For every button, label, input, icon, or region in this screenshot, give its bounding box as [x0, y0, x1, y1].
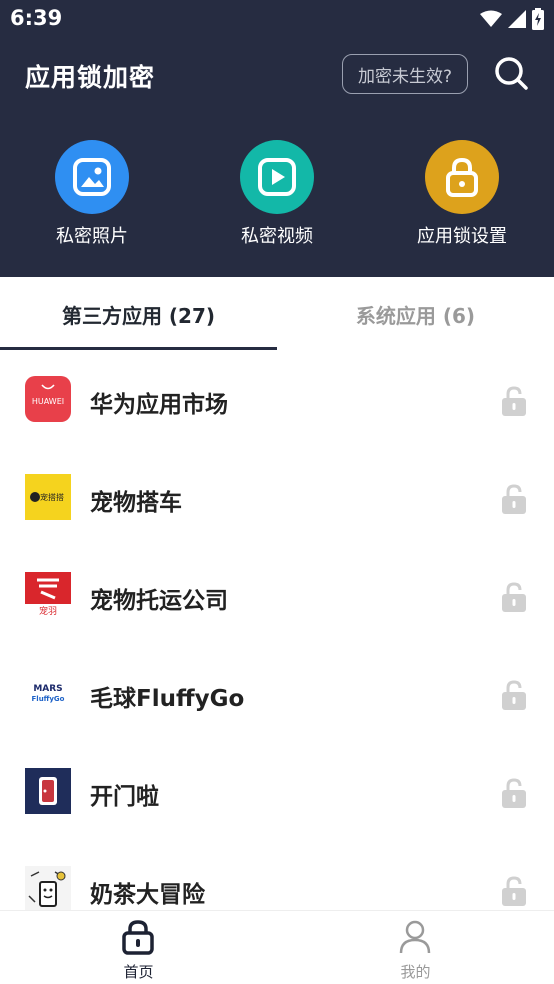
- video-icon: [240, 140, 314, 214]
- nav-home-label: 首页: [123, 963, 154, 981]
- app-category-tabs: 第三方应用 (27) 系统应用 (6): [0, 277, 554, 351]
- app-row[interactable]: HUAWEI 华为应用市场: [0, 351, 554, 449]
- app-row[interactable]: 宠羽 宠物托运公司: [0, 547, 554, 645]
- app-row[interactable]: MARS FluffyGo 毛球FluffyGo: [0, 645, 554, 743]
- battery-icon: [532, 8, 544, 30]
- milk-tea-adventure-app-icon: [25, 866, 71, 910]
- tab-system-apps[interactable]: 系统应用 (6): [277, 277, 554, 351]
- svg-text:HUAWEI: HUAWEI: [32, 397, 64, 406]
- lock-icon: [425, 140, 499, 214]
- unlocked-icon[interactable]: [500, 385, 528, 417]
- app-name: 奶茶大冒险: [90, 882, 205, 908]
- tab-third-party-apps[interactable]: 第三方应用 (27): [0, 277, 277, 351]
- status-time: 6:39: [10, 6, 63, 30]
- encryption-hint-button[interactable]: 加密未生效?: [342, 54, 468, 94]
- wifi-icon: [480, 10, 502, 27]
- huawei-appgallery-icon: HUAWEI: [25, 376, 71, 422]
- signal-icon: [508, 10, 526, 28]
- app-name: 宠物托运公司: [90, 588, 228, 614]
- app-name: 开门啦: [90, 784, 159, 810]
- app-name: 宠物搭车: [90, 490, 182, 516]
- page-title: 应用锁加密: [25, 63, 156, 92]
- app-lock-settings-label: 应用锁设置: [417, 226, 507, 247]
- app-lock-settings-button[interactable]: 应用锁设置: [392, 140, 532, 248]
- svg-text:MARS: MARS: [33, 684, 62, 694]
- nav-profile[interactable]: 我的: [277, 911, 554, 984]
- search-icon: [495, 57, 528, 90]
- fluffygo-app-icon: MARS FluffyGo: [25, 670, 71, 716]
- status-bar: 6:39: [0, 0, 554, 38]
- nav-home[interactable]: 首页: [0, 911, 277, 984]
- app-name: 毛球FluffyGo: [90, 686, 245, 712]
- nav-profile-label: 我的: [400, 963, 431, 981]
- private-videos-button[interactable]: 私密视频: [207, 140, 347, 248]
- unlocked-icon[interactable]: [500, 679, 528, 711]
- lock-icon: [122, 920, 154, 955]
- bottom-navigation: 首页 我的: [0, 910, 554, 984]
- unlocked-icon[interactable]: [500, 875, 528, 907]
- user-icon: [399, 920, 431, 954]
- photo-icon: [55, 140, 129, 214]
- open-door-app-icon: [25, 768, 71, 814]
- header-panel: 6:39 应用锁加密 加密未生效? 私密照片 私密视频 应用锁设置: [0, 0, 554, 277]
- app-row[interactable]: 奶茶大冒险: [0, 841, 554, 910]
- unlocked-icon[interactable]: [500, 483, 528, 515]
- app-name: 华为应用市场: [90, 392, 228, 418]
- unlocked-icon[interactable]: [500, 777, 528, 809]
- svg-text:FluffyGo: FluffyGo: [32, 695, 65, 703]
- unlocked-icon[interactable]: [500, 581, 528, 613]
- active-tab-indicator: [0, 347, 277, 350]
- private-photos-button[interactable]: 私密照片: [22, 140, 162, 248]
- private-videos-label: 私密视频: [241, 226, 313, 247]
- svg-text:宠搭搭: 宠搭搭: [40, 492, 64, 502]
- search-button[interactable]: [492, 54, 530, 92]
- pet-ride-app-icon: 宠搭搭: [25, 474, 71, 520]
- app-list: HUAWEI 华为应用市场 宠搭搭 宠物搭车 宠羽 宠物托运公司 MARS Fl…: [0, 351, 554, 910]
- app-row[interactable]: 开门啦: [0, 743, 554, 841]
- svg-text:宠羽: 宠羽: [39, 605, 57, 617]
- app-row[interactable]: 宠搭搭 宠物搭车: [0, 449, 554, 547]
- private-photos-label: 私密照片: [56, 226, 128, 247]
- status-icons: [480, 8, 544, 30]
- pet-shipping-app-icon: 宠羽: [25, 572, 71, 618]
